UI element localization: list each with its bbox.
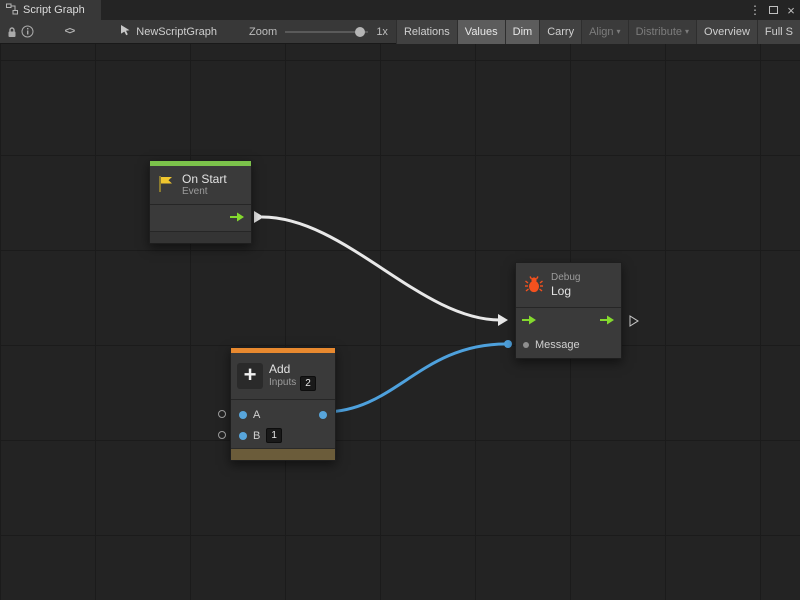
info-icon[interactable] [20,21,36,43]
zoom-slider[interactable] [285,31,368,33]
port-b-label: B [253,430,260,442]
node-header[interactable]: Debug Log [516,263,621,307]
wire-add-to-message[interactable] [324,344,506,412]
flow-output-port[interactable] [600,315,615,328]
node-flow-row [516,308,621,334]
graph-wires [0,44,800,600]
wire-start-arrow [254,211,264,223]
maximize-icon [769,6,778,14]
overview-button[interactable]: Overview [696,20,757,44]
unconnected-port-indicator [218,410,226,418]
node-title: Log [551,284,580,298]
sum-output-port[interactable] [319,411,327,419]
message-port-row[interactable]: Message [516,334,621,358]
script-graph-icon [6,3,18,18]
script-graph-window: Script Graph ⋮ × <> NewScriptGraph Zoom … [0,0,800,600]
tab-bar: Script Graph ⋮ × [0,0,800,20]
fullscreen-button[interactable]: Full S [757,20,800,44]
graph-name-label: NewScriptGraph [136,26,217,38]
relations-button[interactable]: Relations [396,20,457,44]
plus-icon: + [237,363,263,389]
wire-end-arrow [498,314,508,326]
port-b-input[interactable] [239,432,247,440]
window-close-button[interactable]: × [782,0,800,20]
zoom-value: 1x [376,26,388,38]
node-title: On Start [182,172,227,186]
node-footer [231,448,335,460]
tabbar-spacer [101,0,746,20]
inputs-count-field[interactable]: 2 [300,376,316,391]
window-menu-button[interactable]: ⋮ [746,0,764,20]
tab-title: Script Graph [23,4,85,16]
wire-onstart-to-log[interactable] [262,217,500,320]
align-button[interactable]: Align▾ [581,20,627,44]
flag-icon [156,174,176,197]
wire-blue-end-dot [504,340,512,348]
window-maximize-button[interactable] [764,0,782,20]
graph-canvas[interactable]: On Start Event [0,44,800,600]
graph-toolbar: <> NewScriptGraph Zoom 1x Relations Valu… [0,20,800,44]
port-a-label: A [253,409,260,421]
values-button[interactable]: Values [457,20,505,44]
node-header[interactable]: On Start Event [150,166,251,204]
chevron-down-icon: ▾ [617,27,621,36]
inputs-label: Inputs [269,377,296,389]
node-subtitle: Event [182,186,227,198]
unconnected-port-indicator [218,431,226,439]
dim-button[interactable]: Dim [505,20,540,44]
node-add[interactable]: + Add Inputs 2 A [230,347,336,461]
code-icon[interactable]: <> [62,21,78,43]
lock-icon[interactable] [4,21,20,43]
node-title: Add [269,362,316,376]
zoom-slider-handle[interactable] [355,27,365,37]
port-row-b: B 1 [231,425,335,446]
zoom-label: Zoom [249,26,277,38]
port-row-a: A [231,404,335,425]
message-input-port[interactable] [523,342,529,348]
graph-name-breadcrumb[interactable]: NewScriptGraph [119,24,217,39]
distribute-button[interactable]: Distribute▾ [628,20,696,44]
node-on-start[interactable]: On Start Event [149,160,252,244]
port-b-value-field[interactable]: 1 [266,428,282,443]
graph-asset-icon [119,24,131,39]
bug-icon [524,274,544,297]
node-port-section: A B 1 [231,399,335,448]
node-header[interactable]: + Add Inputs 2 [231,353,335,399]
message-port-label: Message [535,339,580,351]
flow-continue-triangle-icon [629,315,639,330]
node-footer [150,231,251,243]
flow-input-port[interactable] [522,315,537,328]
toolbar-buttons: Relations Values Dim Carry Align▾ Distri… [396,20,800,44]
node-subtitle: Debug [551,272,580,284]
chevron-down-icon: ▾ [685,27,689,36]
node-port-section [150,205,251,231]
flow-output-port[interactable] [230,212,245,225]
port-a-input[interactable] [239,411,247,419]
node-debug-log[interactable]: Debug Log Message [515,262,622,359]
carry-button[interactable]: Carry [539,20,581,44]
tab-script-graph[interactable]: Script Graph [0,0,101,20]
